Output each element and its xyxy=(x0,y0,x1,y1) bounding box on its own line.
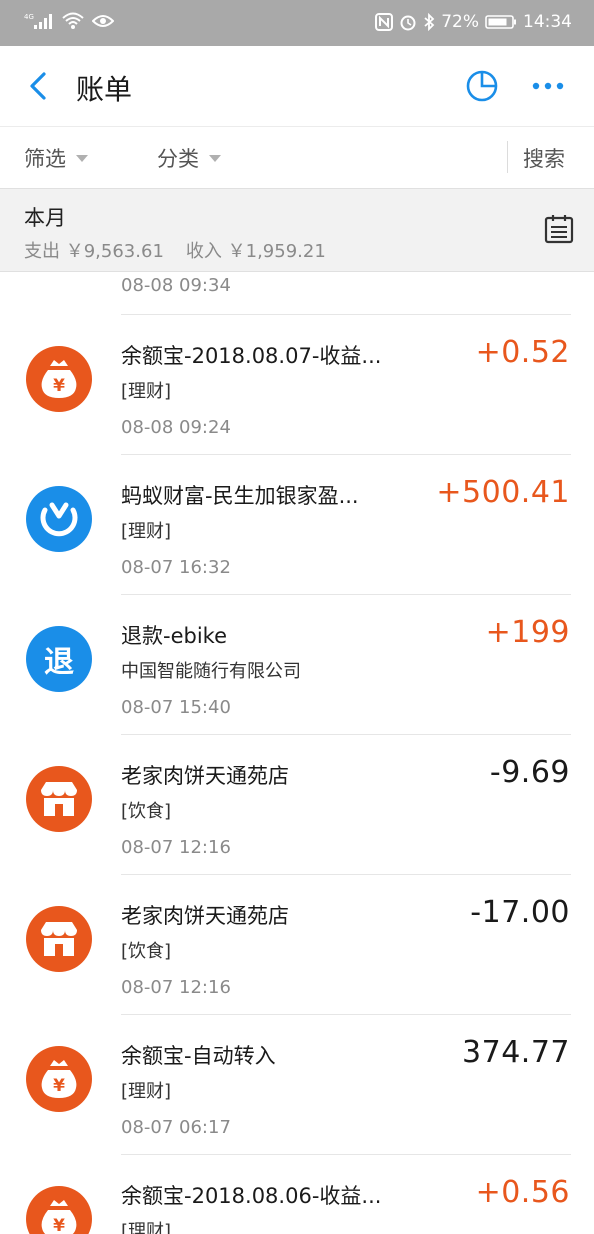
partial-row-time: 08-08 09:34 xyxy=(121,275,231,296)
filter-bar: 筛选 分类 搜索 xyxy=(0,127,594,187)
transaction-row[interactable]: ¥ 余额宝-2018.08.07-收益... [理财] 08-08 09:24 +0.5… xyxy=(0,315,594,455)
transaction-time: 08-07 12:16 xyxy=(121,837,231,858)
alarm-icon xyxy=(399,13,417,31)
dropdown-arrow-icon xyxy=(209,154,221,162)
signal-type-text: 4G xyxy=(24,13,34,21)
back-button[interactable] xyxy=(24,68,54,104)
transaction-amount: -9.69 xyxy=(489,755,570,790)
cell-signal-icon: 4G xyxy=(24,11,54,31)
transaction-row[interactable]: 退 退款-ebike 中国智能随行有限公司 08-07 15:40 +199 xyxy=(0,595,594,735)
transaction-row[interactable]: ¥ 余额宝-自动转入 [理财] 08-07 06:17 374.77 xyxy=(0,1015,594,1155)
income-total: 收入 ￥1,959.21 xyxy=(186,237,326,263)
transaction-category: [理财] xyxy=(121,521,172,542)
wifi-icon xyxy=(62,12,84,30)
transaction-title: 退款-ebike xyxy=(121,624,227,648)
transaction-category: [理财] xyxy=(121,1221,172,1234)
month-summary: 本月 支出 ￥9,563.61 收入 ￥1,959.21 xyxy=(0,188,594,272)
dropdown-arrow-icon xyxy=(76,154,88,162)
expense-total: 支出 ￥9,563.61 xyxy=(24,237,164,263)
expense-value: ￥9,563.61 xyxy=(65,241,164,262)
transaction-time: 08-07 15:40 xyxy=(121,697,231,718)
bluetooth-icon xyxy=(423,13,435,31)
page-title: 账单 xyxy=(76,73,133,106)
shop-icon xyxy=(26,906,92,972)
transaction-amount: 374.77 xyxy=(462,1035,570,1070)
battery-percent: 72% xyxy=(441,12,479,32)
money-bag-icon: ¥ xyxy=(26,1186,92,1234)
transaction-row[interactable]: 蚂蚁财富-民生加银家盈... [理财] 08-07 16:32 +500.41 xyxy=(0,455,594,595)
search-button[interactable]: 搜索 xyxy=(523,143,565,173)
refund-icon: 退 xyxy=(26,626,92,692)
transaction-amount: -17.00 xyxy=(470,895,570,930)
transaction-category: [饮食] xyxy=(121,941,172,962)
svg-text:¥: ¥ xyxy=(53,376,65,396)
eye-icon xyxy=(92,13,114,29)
svg-text:¥: ¥ xyxy=(53,1216,65,1234)
transaction-category: 中国智能随行有限公司 xyxy=(121,661,301,682)
more-dots-icon xyxy=(532,82,564,90)
nfc-icon xyxy=(375,13,394,31)
bill-list-icon xyxy=(544,215,574,244)
money-bag-icon: ¥ xyxy=(26,346,92,412)
expense-label: 支出 xyxy=(24,241,60,262)
transaction-title: 余额宝-2018.08.06-收益... xyxy=(121,1184,382,1208)
transaction-time: 08-07 06:17 xyxy=(121,1117,231,1138)
app-header: 账单 xyxy=(0,46,594,127)
more-button[interactable] xyxy=(530,78,570,94)
transaction-category: [理财] xyxy=(121,1081,172,1102)
refund-icon-text: 退 xyxy=(44,645,74,680)
month-totals: 支出 ￥9,563.61 收入 ￥1,959.21 xyxy=(24,237,326,263)
transaction-category: [理财] xyxy=(121,381,172,402)
filter-divider xyxy=(507,141,508,173)
transaction-amount: +0.56 xyxy=(475,1175,570,1210)
transaction-title: 蚂蚁财富-民生加银家盈... xyxy=(121,484,359,508)
transaction-title: 余额宝-2018.08.07-收益... xyxy=(121,344,382,368)
status-bar: 4G 72% 14:34 xyxy=(0,0,594,46)
battery-icon xyxy=(485,14,517,30)
filter-dropdown[interactable]: 筛选 xyxy=(24,143,88,173)
transaction-time: 08-07 12:16 xyxy=(121,977,231,998)
filter-label: 筛选 xyxy=(24,147,66,171)
transaction-list[interactable]: 08-08 09:34 ¥ 余额宝-2018.08.07-收益... [理财] 08-… xyxy=(0,271,594,1234)
transaction-amount: +199 xyxy=(485,615,570,650)
transaction-amount: +0.52 xyxy=(475,335,570,370)
category-label: 分类 xyxy=(157,147,199,171)
transaction-time: 08-08 09:24 xyxy=(121,417,231,438)
transaction-title: 老家肉饼天通苑店 xyxy=(121,904,289,928)
ant-fortune-icon xyxy=(26,486,92,552)
status-left: 4G xyxy=(24,11,114,31)
transaction-row[interactable]: 老家肉饼天通苑店 [饮食] 08-07 12:16 -17.00 xyxy=(0,875,594,1015)
transaction-category: [饮食] xyxy=(121,801,172,822)
category-dropdown[interactable]: 分类 xyxy=(157,143,221,173)
transaction-amount: +500.41 xyxy=(436,475,570,510)
monthly-bill-button[interactable] xyxy=(543,213,575,245)
month-title: 本月 xyxy=(24,206,66,230)
income-label: 收入 xyxy=(185,241,222,262)
pie-chart-icon xyxy=(466,70,498,102)
status-time: 14:34 xyxy=(523,12,572,32)
transaction-title: 余额宝-自动转入 xyxy=(121,1044,276,1068)
shop-icon xyxy=(26,766,92,832)
statistics-button[interactable] xyxy=(464,68,500,104)
transaction-time: 08-07 16:32 xyxy=(121,557,231,578)
chevron-left-icon xyxy=(30,72,46,100)
transaction-row[interactable]: ¥ 余额宝-2018.08.06-收益... [理财] +0.56 xyxy=(0,1155,594,1234)
income-value: ￥1,959.21 xyxy=(227,241,326,262)
status-right: 72% 14:34 xyxy=(375,12,572,32)
svg-text:¥: ¥ xyxy=(53,1076,65,1096)
transaction-row[interactable]: 老家肉饼天通苑店 [饮食] 08-07 12:16 -9.69 xyxy=(0,735,594,875)
money-bag-icon: ¥ xyxy=(26,1046,92,1112)
transaction-title: 老家肉饼天通苑店 xyxy=(121,764,289,788)
